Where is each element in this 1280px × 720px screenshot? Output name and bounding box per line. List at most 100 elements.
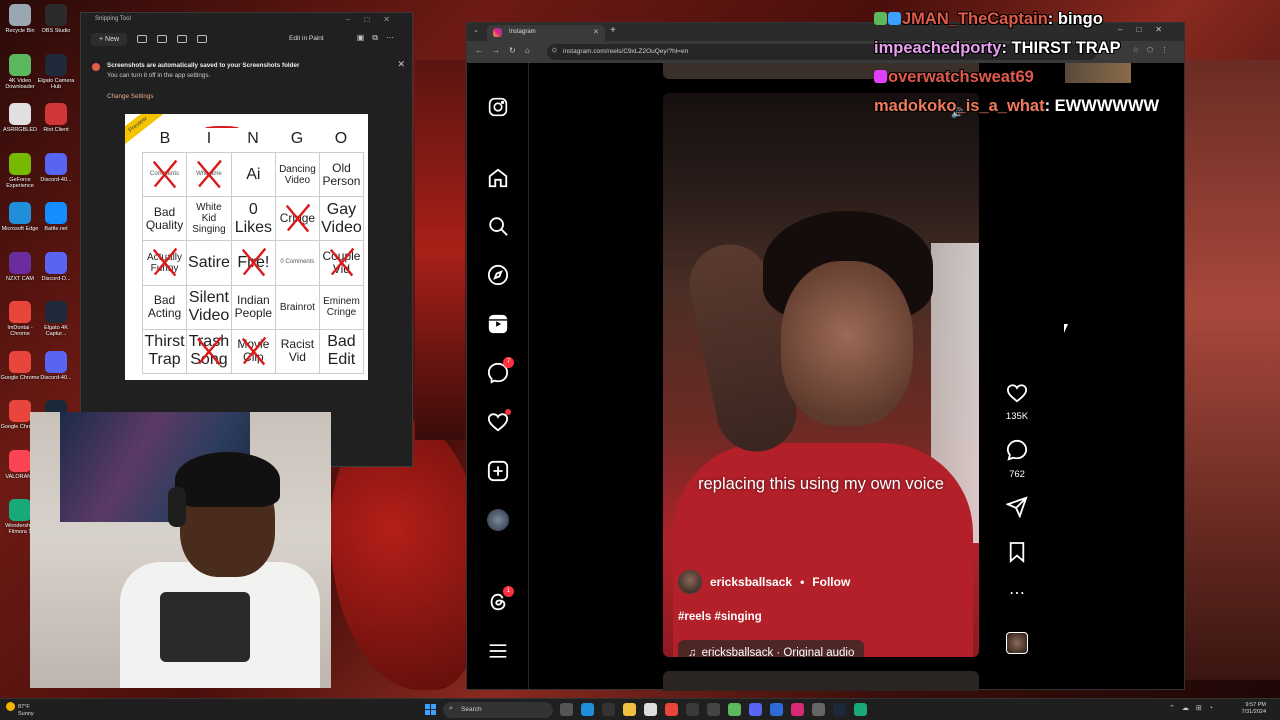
delay-icon[interactable] (197, 35, 208, 43)
snip-shape-icon[interactable] (177, 35, 188, 43)
messages-icon[interactable]: 7 (486, 357, 514, 385)
profile-avatar[interactable] (486, 508, 510, 532)
desktop-icon[interactable]: Recycle Bin (0, 4, 40, 52)
nav-buttons[interactable]: ←→↻⌂ (475, 46, 539, 55)
desktop-icon[interactable]: Elgato Camera Hub (36, 53, 76, 102)
app-icon[interactable] (854, 703, 867, 716)
more-menu-icon[interactable] (486, 639, 510, 663)
create-icon[interactable] (486, 459, 510, 483)
search-icon[interactable] (486, 214, 510, 238)
comment-action[interactable]: 762 (1002, 439, 1032, 480)
share-icon[interactable] (1005, 496, 1028, 519)
desktop-icon[interactable]: Discord-40... (36, 152, 76, 201)
app-icon[interactable] (770, 703, 783, 716)
desktop-icon[interactable]: Google Chrome (0, 350, 40, 399)
desktop-icon[interactable]: Battle.net (36, 202, 76, 250)
bingo-cell-label: Couple Vid (322, 248, 361, 276)
system-tray[interactable]: ⌃☁⊞◔ (1169, 704, 1220, 712)
notepad-icon[interactable] (644, 703, 657, 716)
explore-icon[interactable] (486, 263, 510, 287)
audio-thumbnail[interactable] (1006, 632, 1028, 654)
app-icon (45, 103, 67, 125)
weather-condition: Sunny (18, 711, 34, 717)
desktop-icon[interactable]: 4K Video Downloader (0, 53, 40, 102)
desktop-icon[interactable]: ImDontai - Chrome (0, 301, 40, 349)
share-action[interactable] (1002, 496, 1032, 523)
edge-icon[interactable] (581, 703, 594, 716)
tab-instagram[interactable]: Instagram ✕ (487, 25, 605, 41)
file-explorer-icon[interactable] (623, 703, 636, 716)
bingo-cell: Old Person (319, 153, 364, 198)
threads-icon[interactable]: 1 (486, 586, 514, 614)
like-action[interactable]: 135K (1002, 383, 1032, 422)
home-icon[interactable] (486, 166, 510, 190)
desktop-icon[interactable]: GeForce Experience (0, 152, 40, 201)
app-icon (9, 301, 31, 323)
desktop-icon[interactable]: Discord-40... (36, 350, 76, 399)
app-icon[interactable] (707, 703, 720, 716)
edit-in-paint-button[interactable]: Edit in Paint (289, 35, 324, 42)
desktop-icon-label: 4K Video Downloader (5, 77, 35, 90)
audio-pill[interactable]: ♫ ericksballsack · Original audio (678, 640, 865, 657)
change-settings-link[interactable]: Change Settings (107, 93, 154, 100)
close-tab-icon[interactable]: ✕ (593, 28, 599, 36)
follow-button[interactable]: Follow (812, 575, 850, 589)
clock[interactable]: 9:57 PM 7/31/2024 (1242, 702, 1266, 716)
close-icon[interactable]: ✕ (397, 59, 405, 70)
comment-icon[interactable] (1006, 439, 1028, 461)
new-tab-button[interactable]: + (610, 25, 616, 36)
task-view-icon[interactable] (560, 703, 573, 716)
discord-icon[interactable] (749, 703, 762, 716)
start-button[interactable] (425, 704, 436, 715)
bingo-cell: Gay Video (319, 197, 364, 242)
bookmark-icon[interactable] (1008, 541, 1026, 563)
desktop-icon[interactable]: Discord-D... (36, 251, 76, 300)
author-avatar[interactable] (678, 570, 702, 594)
chrome-icon[interactable] (665, 703, 678, 716)
app-icon (9, 350, 31, 373)
reels-icon[interactable] (486, 312, 510, 336)
chat-separator: : (1047, 10, 1058, 28)
video-mode-icon[interactable] (157, 35, 168, 43)
desktop-icon[interactable]: Elgato 4K Captur... (36, 301, 76, 349)
reel-hashtags[interactable]: #reels #singing (678, 611, 762, 623)
new-snip-button[interactable]: + New (91, 32, 128, 46)
bingo-cell-label: Racist Vid (280, 337, 315, 365)
taskbar-search[interactable]: ⌕ Search (443, 702, 553, 718)
tab-search-icon[interactable]: ⌄ (473, 26, 479, 34)
desktop-icon[interactable]: ASRRGBLED (0, 103, 40, 151)
save-notice: Screenshots are automatically saved to y… (91, 59, 407, 107)
reel-video[interactable]: 🔊 replacing this using my own voice eric… (663, 93, 979, 657)
bingo-cell-label: Bad Edit (327, 333, 356, 369)
desktop-icon[interactable]: Microsoft Edge (0, 202, 40, 250)
app-icon (9, 4, 31, 26)
app-icon[interactable] (812, 703, 825, 716)
toolbar-overflow-icons[interactable]: ▣⧉⋯ (357, 33, 402, 43)
pinned-apps (560, 703, 867, 716)
steam-icon[interactable] (833, 703, 846, 716)
heart-icon[interactable] (1006, 383, 1028, 403)
bingo-cell-label: Cringe (279, 211, 316, 226)
more-options-icon[interactable]: ⋯ (1002, 583, 1032, 603)
app-icon (45, 251, 67, 274)
chat-separator: : (1001, 39, 1012, 57)
bingo-letter: I (206, 130, 212, 147)
weather-widget[interactable]: 87°F Sunny (6, 702, 34, 718)
desktop-icon[interactable]: NZXT CAM (0, 251, 40, 300)
window-controls[interactable]: –□✕ (346, 15, 404, 24)
desktop-icon[interactable]: Riot Client (36, 103, 76, 151)
save-action[interactable] (1002, 541, 1032, 568)
site-info-icon[interactable]: ⛭ (552, 48, 557, 55)
instagram-logo-icon[interactable] (486, 95, 510, 119)
obs-icon[interactable] (602, 703, 615, 716)
info-icon (92, 63, 100, 71)
desktop-icon[interactable]: OBS Studio (36, 4, 76, 52)
author-username[interactable]: ericksballsack (710, 575, 792, 589)
screenshot-mode-icon[interactable] (137, 35, 148, 43)
time: 9:57 PM (1245, 702, 1266, 708)
notifications-heart-icon[interactable] (486, 409, 511, 434)
app-icon[interactable] (791, 703, 804, 716)
app-icon[interactable] (728, 703, 741, 716)
desktop-icon-label: Discord-40... (40, 176, 72, 183)
app-icon[interactable] (686, 703, 699, 716)
